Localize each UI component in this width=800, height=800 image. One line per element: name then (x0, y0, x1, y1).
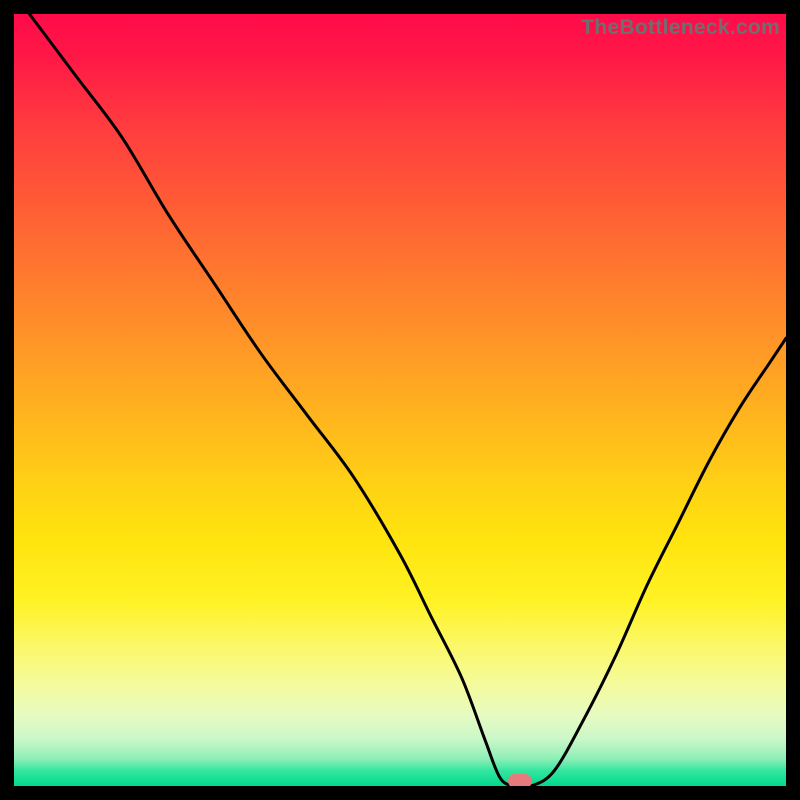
curve-svg (14, 14, 786, 786)
bottleneck-curve (29, 14, 786, 786)
watermark: TheBottleneck.com (581, 16, 780, 40)
optimal-marker (508, 774, 532, 786)
chart-frame: TheBottleneck.com (0, 0, 800, 800)
plot-area: TheBottleneck.com (14, 14, 786, 786)
